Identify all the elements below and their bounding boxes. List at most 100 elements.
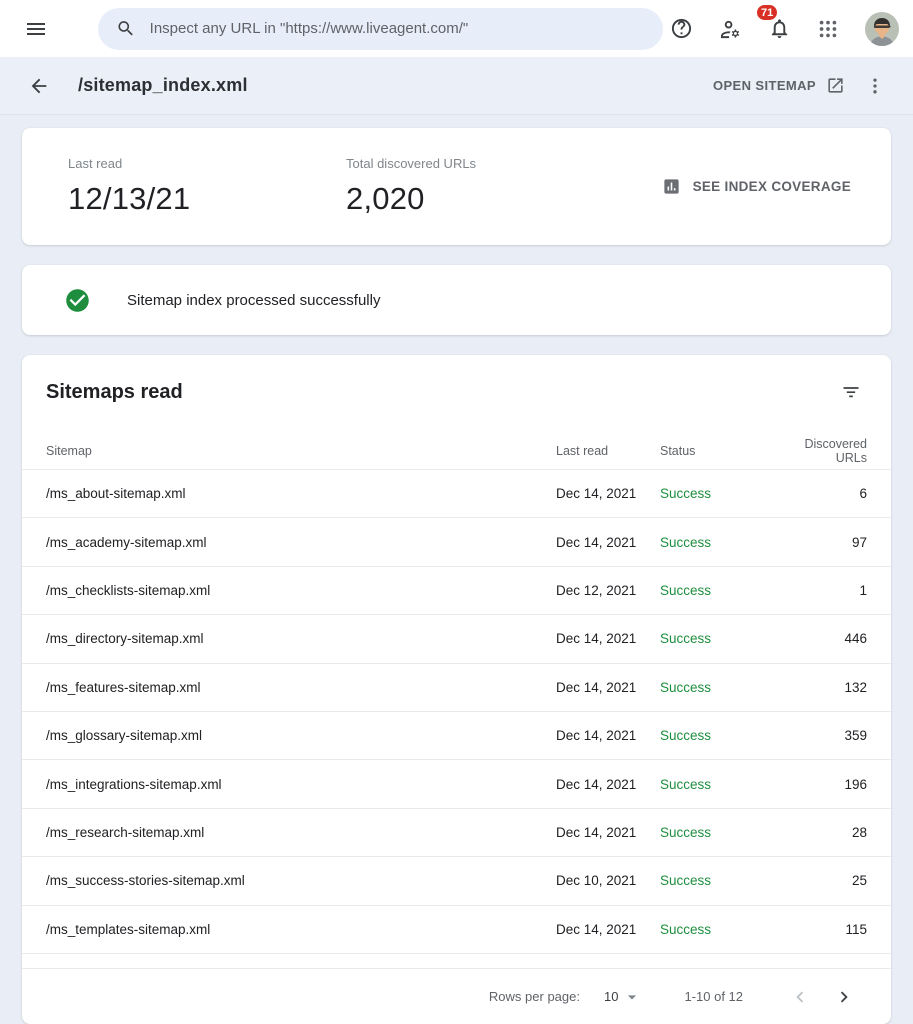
status-cell: Success — [660, 922, 770, 937]
account-avatar[interactable] — [865, 12, 899, 46]
status-cell: Success — [660, 825, 770, 840]
discovered-urls-cell: 28 — [770, 825, 867, 840]
open-sitemap-button[interactable]: OPEN SITEMAP — [707, 68, 851, 103]
help-icon — [670, 17, 693, 40]
hamburger-menu-button[interactable] — [18, 11, 54, 47]
rows-per-page-label: Rows per page: — [489, 989, 580, 1004]
table-body: /ms_about-sitemap.xml Dec 14, 2021 Succe… — [22, 470, 891, 954]
table-row[interactable]: /ms_success-stories-sitemap.xml Dec 10, … — [22, 857, 891, 905]
status-cell: Success — [660, 873, 770, 888]
avatar-photo — [865, 12, 899, 46]
discovered-urls-cell: 359 — [770, 728, 867, 743]
last-read-cell: Dec 12, 2021 — [556, 583, 660, 598]
notification-count-badge: 71 — [756, 4, 778, 21]
chevron-left-icon — [789, 986, 811, 1008]
back-arrow-icon — [28, 75, 50, 97]
pagination-range: 1-10 of 12 — [684, 989, 743, 1004]
check-circle-icon — [64, 287, 91, 314]
search-input[interactable] — [150, 20, 645, 37]
rows-per-page-select[interactable]: 10 — [580, 987, 642, 1007]
sitemap-cell: /ms_checklists-sitemap.xml — [46, 583, 556, 598]
sitemaps-card: Sitemaps read Sitemap Last read Status D… — [22, 355, 891, 1024]
table-row[interactable]: /ms_features-sitemap.xml Dec 14, 2021 Su… — [22, 664, 891, 712]
bar-chart-icon — [662, 177, 681, 196]
status-cell: Success — [660, 486, 770, 501]
table-title: Sitemaps read — [46, 381, 183, 404]
user-gear-icon — [719, 17, 742, 40]
url-inspect-searchbox[interactable] — [98, 8, 663, 50]
last-read-cell: Dec 14, 2021 — [556, 777, 660, 792]
see-index-coverage-label: SEE INDEX COVERAGE — [693, 179, 851, 194]
status-cell: Success — [660, 631, 770, 646]
more-options-button[interactable] — [859, 70, 891, 102]
table-row[interactable]: /ms_about-sitemap.xml Dec 14, 2021 Succe… — [22, 470, 891, 518]
column-header-sitemap[interactable]: Sitemap — [46, 444, 556, 458]
table-pagination: Rows per page: 10 1-10 of 12 — [22, 968, 891, 1024]
banner-message: Sitemap index processed successfully — [127, 292, 380, 309]
discovered-urls-cell: 97 — [770, 535, 867, 550]
last-read-cell: Dec 14, 2021 — [556, 728, 660, 743]
total-urls-value: 2,020 — [346, 181, 624, 217]
status-cell: Success — [660, 777, 770, 792]
main-content: Last read 12/13/21 Total discovered URLs… — [0, 115, 913, 1024]
last-read-stat: Last read 12/13/21 — [68, 156, 346, 217]
previous-page-button[interactable] — [783, 980, 817, 1014]
table-row[interactable]: /ms_integrations-sitemap.xml Dec 14, 202… — [22, 760, 891, 808]
last-read-cell: Dec 14, 2021 — [556, 922, 660, 937]
table-row[interactable]: /ms_glossary-sitemap.xml Dec 14, 2021 Su… — [22, 712, 891, 760]
filter-icon — [841, 383, 861, 403]
table-row[interactable]: /ms_checklists-sitemap.xml Dec 12, 2021 … — [22, 567, 891, 615]
sitemap-cell: /ms_research-sitemap.xml — [46, 825, 556, 840]
status-cell: Success — [660, 535, 770, 550]
last-read-cell: Dec 14, 2021 — [556, 631, 660, 646]
sitemap-cell: /ms_success-stories-sitemap.xml — [46, 873, 556, 888]
sitemap-cell: /ms_integrations-sitemap.xml — [46, 777, 556, 792]
kebab-menu-icon — [865, 76, 885, 96]
last-read-cell: Dec 14, 2021 — [556, 486, 660, 501]
last-read-cell: Dec 14, 2021 — [556, 825, 660, 840]
last-read-cell: Dec 14, 2021 — [556, 535, 660, 550]
status-cell: Success — [660, 680, 770, 695]
open-sitemap-label: OPEN SITEMAP — [713, 78, 816, 93]
discovered-urls-cell: 132 — [770, 680, 867, 695]
discovered-urls-cell: 1 — [770, 583, 867, 598]
rows-per-page-value: 10 — [604, 989, 618, 1004]
status-cell: Success — [660, 728, 770, 743]
table-row[interactable]: /ms_academy-sitemap.xml Dec 14, 2021 Suc… — [22, 518, 891, 566]
user-settings-button[interactable] — [713, 11, 748, 46]
table-header-row: Sitemap Last read Status Discovered URLs — [22, 433, 891, 470]
table-row[interactable]: /ms_research-sitemap.xml Dec 14, 2021 Su… — [22, 809, 891, 857]
back-button[interactable] — [22, 69, 56, 103]
last-read-cell: Dec 14, 2021 — [556, 680, 660, 695]
sitemap-cell: /ms_about-sitemap.xml — [46, 486, 556, 501]
sitemap-cell: /ms_glossary-sitemap.xml — [46, 728, 556, 743]
see-index-coverage-button[interactable]: SEE INDEX COVERAGE — [654, 167, 859, 206]
table-row[interactable]: /ms_directory-sitemap.xml Dec 14, 2021 S… — [22, 615, 891, 663]
sitemap-cell: /ms_directory-sitemap.xml — [46, 631, 556, 646]
last-read-cell: Dec 10, 2021 — [556, 873, 660, 888]
external-link-icon — [826, 76, 845, 95]
hamburger-icon — [24, 17, 48, 41]
dropdown-arrow-icon — [622, 987, 642, 1007]
column-header-discovered-urls[interactable]: Discovered URLs — [770, 437, 867, 465]
discovered-urls-cell: 6 — [770, 486, 867, 501]
column-header-last-read[interactable]: Last read — [556, 444, 660, 458]
table-row[interactable]: /ms_templates-sitemap.xml Dec 14, 2021 S… — [22, 906, 891, 954]
next-page-button[interactable] — [827, 980, 861, 1014]
column-header-status[interactable]: Status — [660, 444, 770, 458]
top-app-bar: 71 — [0, 0, 913, 57]
total-urls-label: Total discovered URLs — [346, 156, 624, 171]
apps-grid-icon — [817, 18, 839, 40]
sitemap-cell: /ms_features-sitemap.xml — [46, 680, 556, 695]
page-header: /sitemap_index.xml OPEN SITEMAP — [0, 57, 913, 115]
help-button[interactable] — [664, 11, 699, 46]
sitemap-cell: /ms_templates-sitemap.xml — [46, 922, 556, 937]
status-cell: Success — [660, 583, 770, 598]
total-urls-stat: Total discovered URLs 2,020 — [346, 156, 624, 217]
filter-button[interactable] — [835, 377, 867, 409]
sitemap-cell: /ms_academy-sitemap.xml — [46, 535, 556, 550]
discovered-urls-cell: 115 — [770, 922, 867, 937]
last-read-label: Last read — [68, 156, 346, 171]
google-apps-button[interactable] — [811, 12, 845, 46]
status-banner: Sitemap index processed successfully — [22, 265, 891, 335]
